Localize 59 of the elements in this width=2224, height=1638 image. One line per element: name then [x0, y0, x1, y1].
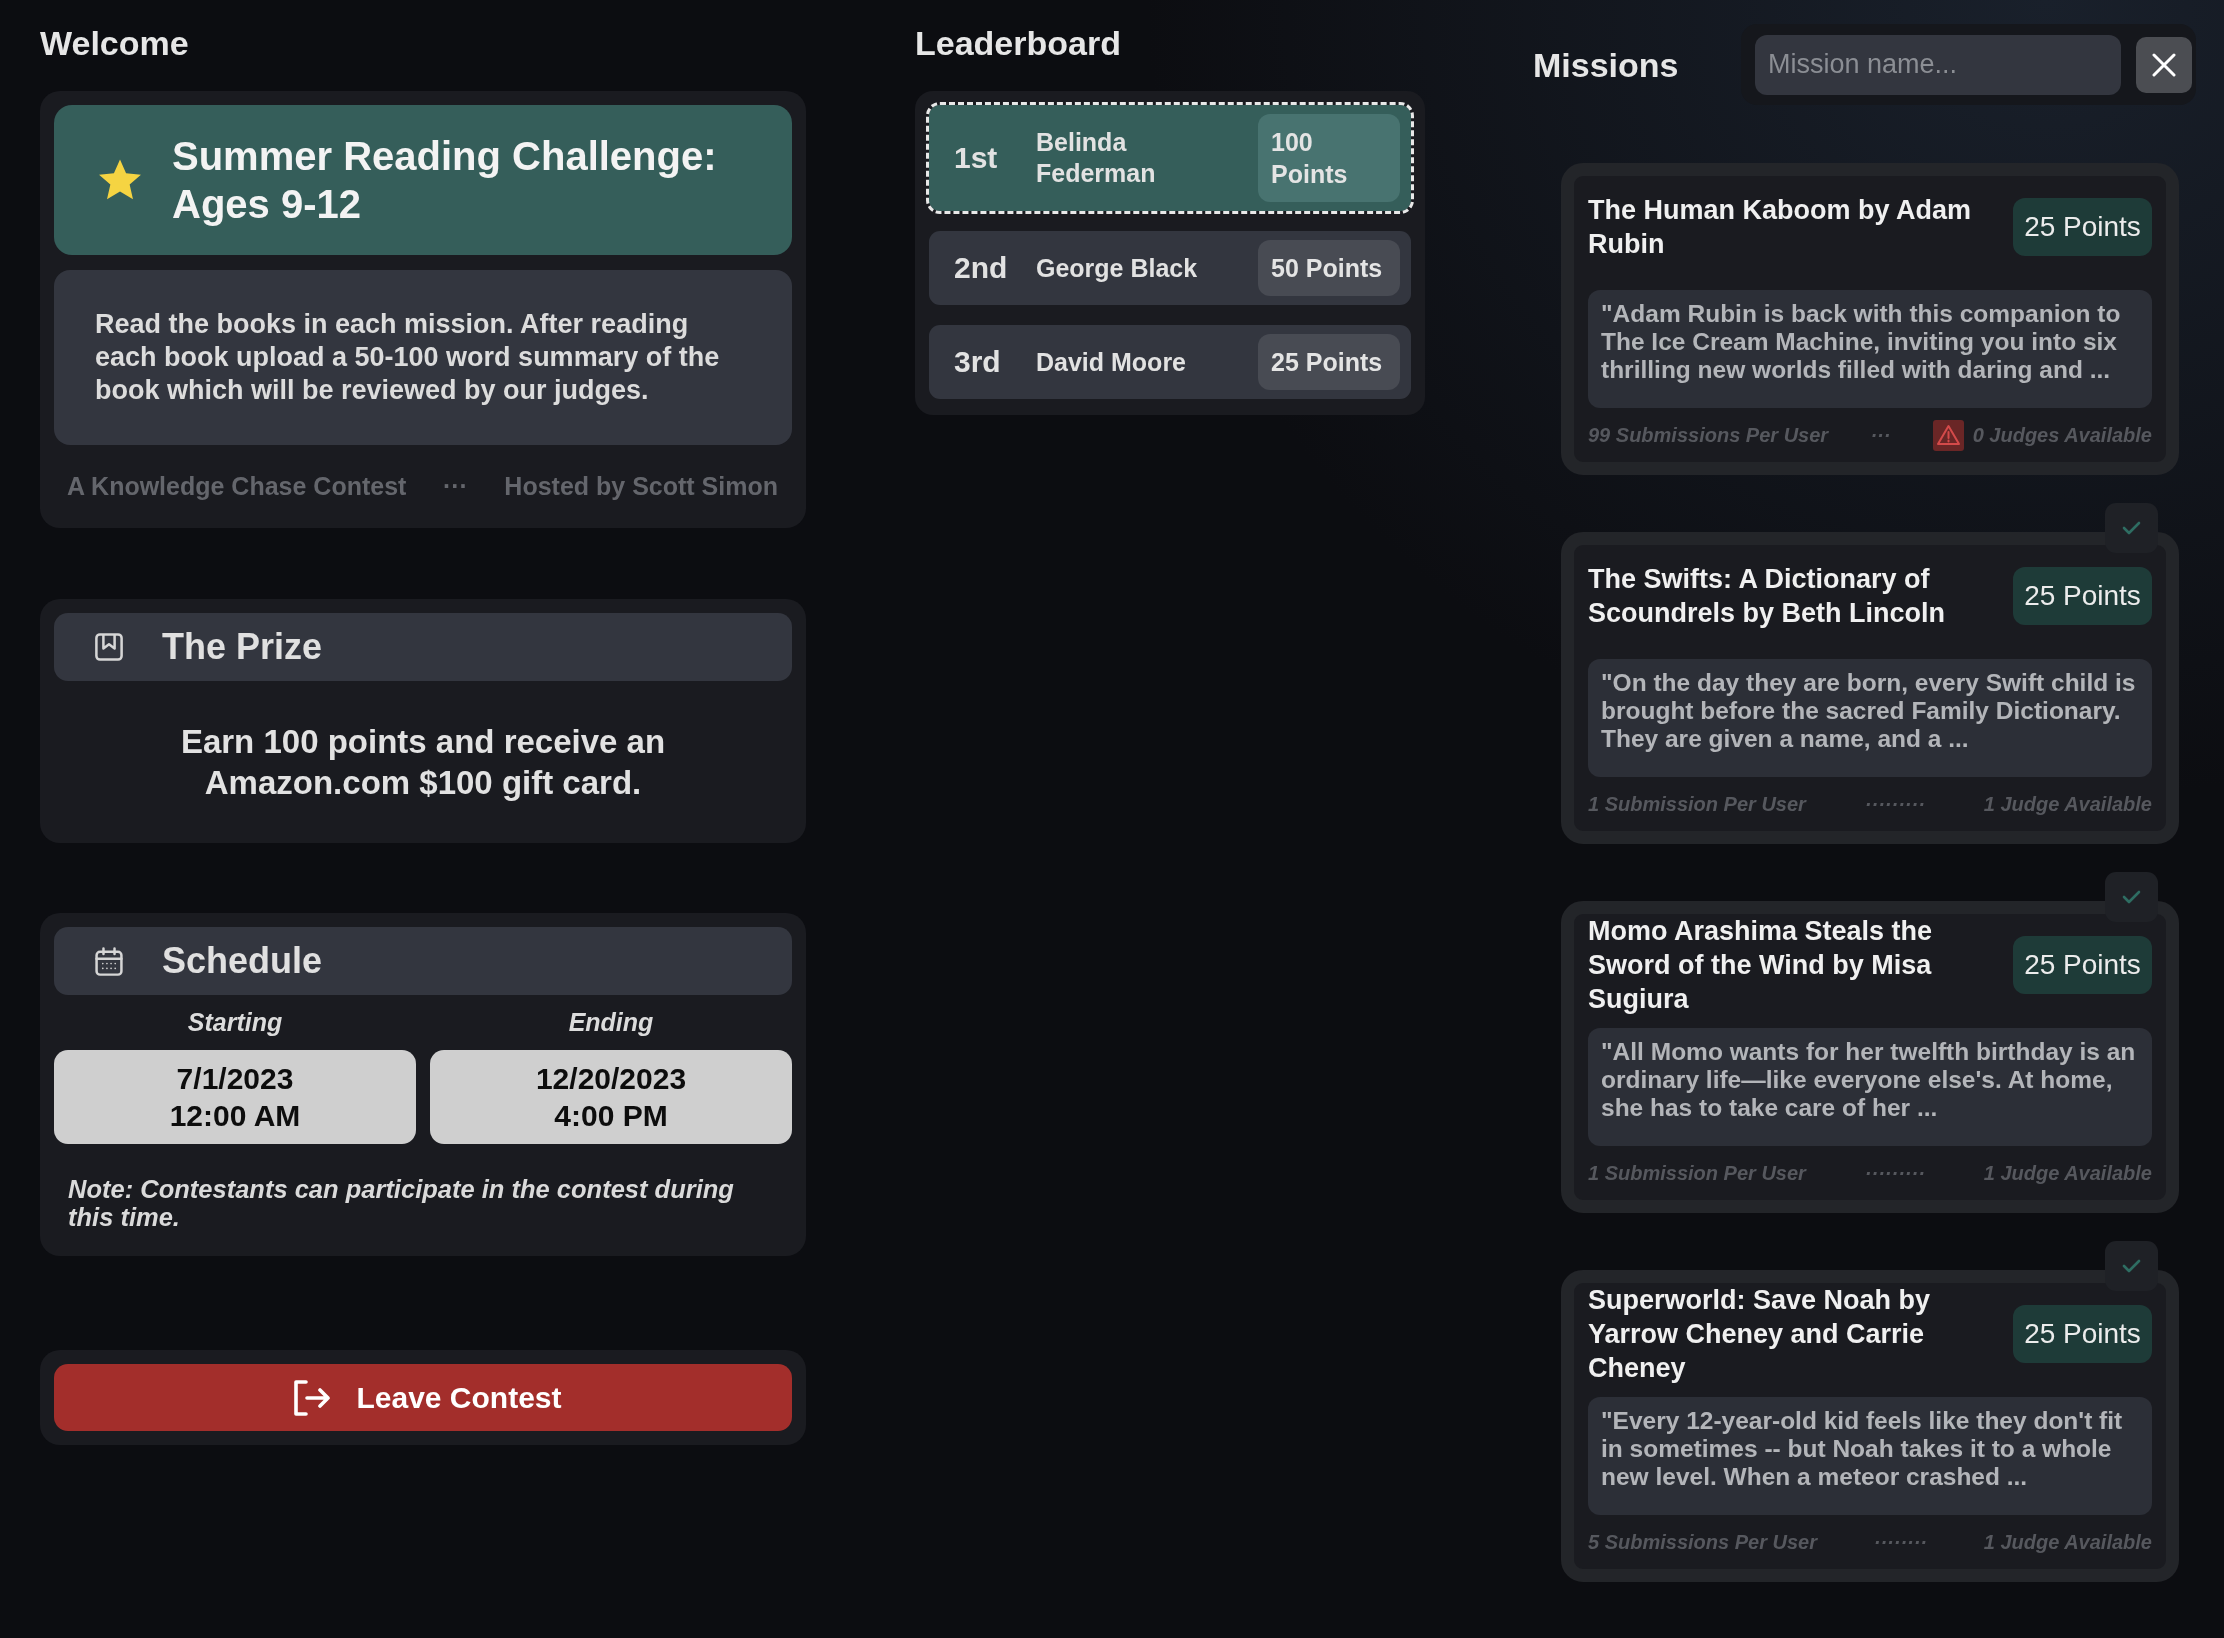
rank-text: 3rd: [954, 345, 1002, 379]
dots-separator: ···: [442, 472, 468, 501]
dots-separator: ·········: [1864, 1161, 1925, 1185]
points-badge: 100 Points: [1258, 114, 1400, 202]
points-badge: 25 Points: [2013, 198, 2152, 256]
mission-description: "Every 12-year-old kid feels like they don't fit in sometimes -- but Noah takes it to a whole new level. When a meteor crashed ...: [1601, 1407, 2124, 1491]
mission-title: The Human Kaboom by Adam Rubin: [1588, 194, 1973, 261]
organizer-text: A Knowledge Chase Contest: [67, 472, 407, 501]
star-icon: [98, 159, 142, 201]
time-text: 4:00 PM: [554, 1098, 668, 1134]
points-badge: 25 Points: [2013, 936, 2152, 994]
contest-title: Summer Reading Challenge: Ages 9-12: [172, 133, 718, 228]
dots-separator: ········: [1873, 1530, 1927, 1554]
points-badge: 25 Points: [1258, 334, 1400, 390]
player-name: David Moore: [1036, 346, 1187, 378]
submission-limit: 99 Submissions Per User: [1588, 423, 1829, 447]
section-heading: Leaderboard: [915, 23, 1121, 64]
section-title: Schedule: [162, 940, 323, 982]
submission-limit: 5 Submissions Per User: [1588, 1530, 1817, 1554]
mission-description: "On the day they are born, every Swift child is brought before the sacred Family Dictionary. They are given a name, and a ...: [1601, 669, 2137, 753]
calendar-icon: [95, 946, 123, 976]
date-label: Ending: [568, 1008, 654, 1036]
judge-count: 0 Judges Available: [1972, 423, 2152, 447]
judge-count: 1 Judge Available: [1983, 1530, 2152, 1554]
points-badge: 25 Points: [2013, 1305, 2152, 1363]
exit-icon: [292, 1379, 331, 1416]
dots-separator: ·········: [1864, 792, 1925, 816]
prize-text: Earn 100 points and receive an Amazon.com $100 gift card.: [179, 722, 667, 803]
submission-limit: 1 Submission Per User: [1588, 1161, 1806, 1185]
search-field[interactable]: Mission name...: [1755, 34, 2121, 95]
rank-text: 2nd: [954, 251, 1009, 285]
time-text: 12:00 AM: [169, 1098, 301, 1134]
host-text: Hosted by Scott Simon: [504, 472, 778, 501]
section-heading: Welcome: [40, 23, 189, 64]
submission-limit: 1 Submission Per User: [1588, 792, 1806, 816]
clear-button[interactable]: [2136, 36, 2192, 93]
date-text: 12/20/2023: [535, 1061, 687, 1097]
player-name: George Black: [1036, 252, 1198, 284]
points-badge: 25 Points: [2013, 567, 2152, 625]
mission-title: Momo Arashima Steals the Sword of the Wind by Misa Sugiura: [1588, 915, 1934, 1016]
date-text: 7/1/2023: [176, 1061, 294, 1097]
player-name: Belinda Federman: [1036, 127, 1157, 189]
mission-title: Superworld: Save Noah by Yarrow Cheney and Carrie Cheney: [1588, 1284, 1932, 1385]
section-heading: Missions: [1533, 44, 1679, 86]
judge-count: 1 Judge Available: [1983, 1161, 2152, 1185]
section-title: The Prize: [162, 626, 323, 668]
judge-count: 1 Judge Available: [1983, 792, 2152, 816]
leave-button[interactable]: Leave Contest: [54, 1364, 792, 1431]
mission-title: The Swifts: A Dictionary of Scoundrels by Beth Lincoln: [1588, 563, 1947, 630]
close-icon: [2152, 52, 2176, 77]
points-badge: 50 Points: [1258, 240, 1400, 296]
rank-text: 1st: [954, 141, 999, 175]
mission-description: "Adam Rubin is back with this companion to The Ice Cream Machine, inviting you into six thrilling new worlds filled with daring and ...: [1601, 300, 2122, 384]
bookmark-icon: [95, 633, 123, 661]
schedule-note: Note: Contestants can participate in the contest during this time.: [67, 1175, 735, 1231]
mission-description: "All Momo wants for her twelfth birthday is an ordinary life—like everyone else's. At home, she has to take care of her ...: [1601, 1038, 2137, 1122]
date-label: Starting: [187, 1008, 283, 1036]
dots-separator: ···: [1870, 423, 1891, 447]
contest-description: Read the books in each mission. After reading each book upload a 50-100 word summary of the book which will be reviewed by our judges.: [95, 308, 721, 407]
